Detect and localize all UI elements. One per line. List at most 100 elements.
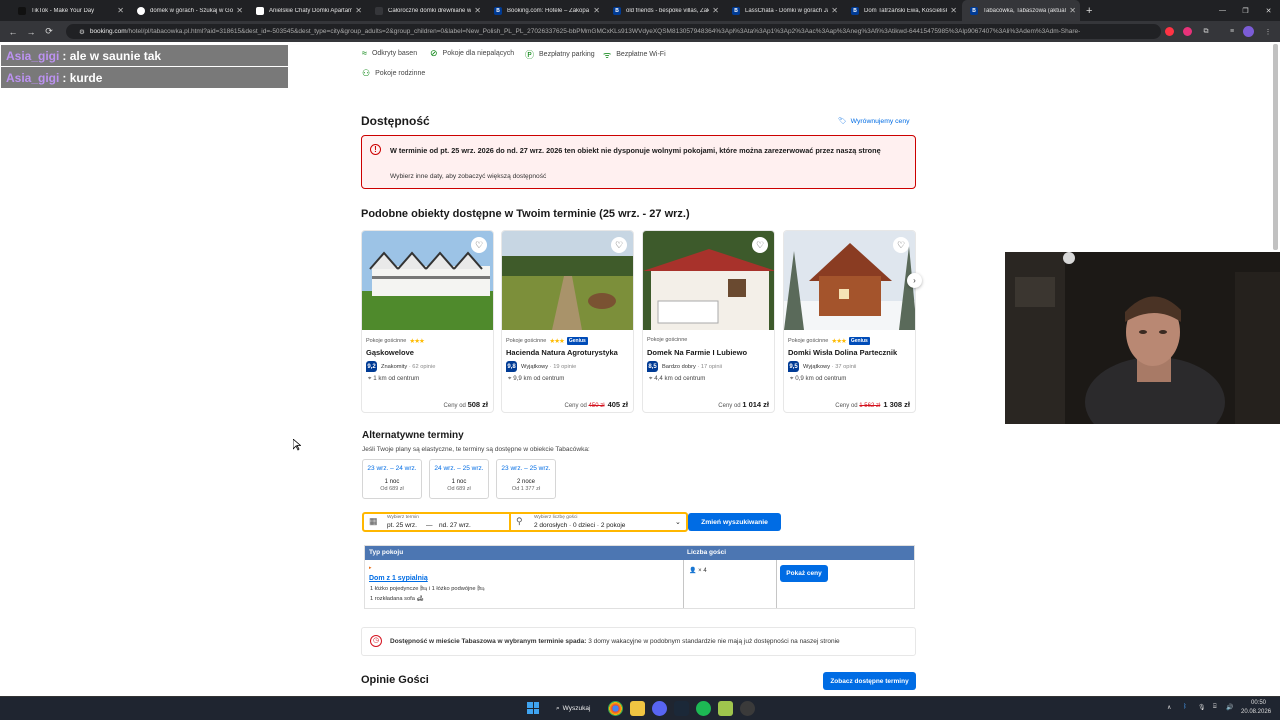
site-info-icon[interactable]: ⚙ — [79, 28, 85, 36]
microphone-icon[interactable]: 🎙 — [1198, 704, 1206, 711]
puzzle-icon[interactable]: ⧉ — [1200, 25, 1212, 38]
alert-title: W terminie od pt. 25 wrz. 2026 do nd. 27… — [390, 146, 881, 155]
double-bed-icon: 🛏 — [477, 586, 485, 592]
app-icon[interactable] — [718, 701, 733, 716]
alternative-date-option[interactable]: 24 wrz. – 25 wrz. 1 noc Od 689 zł — [429, 459, 489, 499]
room-table: Typ pokoju Liczba gości ▸ Dom z 1 sypial… — [364, 545, 915, 609]
no-availability-alert: ! W terminie od pt. 25 wrz. 2026 do nd. … — [361, 135, 916, 189]
property-type: Pokoje gościnne ★★★ Genius — [788, 337, 870, 345]
alert-icon: ! — [370, 144, 381, 155]
sofa-info: 1 rozkładana sofa 🛋 — [370, 596, 424, 602]
chat-message: Asia_gigi : ale w saunie tak — [1, 45, 288, 66]
property-card[interactable]: ♡ Pokoje gościnne ★★★ Genius Domki Wisła Dol… — [783, 230, 916, 413]
property-name[interactable]: Gąskowelove — [366, 348, 414, 357]
extension-icon[interactable] — [1183, 27, 1192, 36]
close-tab-icon[interactable]: ✕ — [355, 6, 362, 15]
file-explorer-icon[interactable] — [630, 701, 645, 716]
col-guests: Liczba gości — [687, 549, 727, 556]
chat-message: Asia_gigi : kurde — [1, 67, 288, 88]
close-tab-icon[interactable]: ✕ — [1069, 6, 1076, 15]
person-icon: 👤 — [689, 568, 697, 574]
date-picker[interactable]: ▦ Wybierz termin pt. 25 wrz. — nd. 27 wr… — [364, 514, 509, 530]
property-name[interactable]: Domki Wisła Dolina Partecznik — [788, 348, 897, 357]
heart-icon[interactable]: ♡ — [752, 237, 768, 253]
clock-time[interactable]: 00:50 — [1251, 700, 1266, 706]
avatar[interactable] — [1243, 26, 1254, 37]
close-tab-icon[interactable]: ✕ — [950, 6, 957, 15]
browser-tab[interactable]: Anielskie Chaty Domki Apartam ✕ — [248, 0, 366, 21]
parking-icon: Ⓟ — [525, 50, 535, 60]
url-field[interactable]: ⚙ booking.com /hotel/pl/tabacowka.pl.htm… — [66, 24, 1161, 39]
property-card[interactable]: ♡ Pokoje gościnne Domek Na Farmie I Lubiew… — [642, 230, 775, 413]
clock-date[interactable]: 20.08.2026 — [1241, 709, 1271, 715]
minimize-icon[interactable]: — — [1211, 7, 1234, 14]
carousel-next-icon[interactable]: › — [907, 273, 922, 288]
review-summary: 9,5 Wyjątkowy · 37 opinii — [788, 361, 856, 372]
price-match-link[interactable]: 🏷 Wyrównujemy ceny — [838, 117, 910, 126]
new-tab-icon[interactable]: + — [1086, 5, 1092, 17]
browser-tab[interactable]: B Dom Tatrzański Ewa, Kościelisk ✕ — [843, 0, 961, 21]
browser-tab[interactable]: Bold friends - bespoke villas, Zak ✕ — [605, 0, 723, 21]
windows-start-icon[interactable] — [527, 702, 539, 714]
url-path: /hotel/pl/tabacowka.pl.html?aid=318615&d… — [126, 28, 1081, 35]
browser-tab[interactable]: B Tabacówka, Tabaszowa (aktuali ✕ — [962, 0, 1080, 21]
taskbar-search[interactable]: ⌕ Wyszukaj — [550, 701, 596, 716]
show-prices-button[interactable]: Pokaż ceny — [780, 565, 828, 582]
close-tab-icon[interactable]: ✕ — [117, 6, 124, 15]
price: Ceny od 508 zł — [443, 400, 488, 409]
browser-tab[interactable]: TikTok - Make Your Day ✕ — [10, 0, 128, 21]
chat-text: : ale w saunie tak — [62, 48, 162, 63]
property-card[interactable]: ♡ Pokoje gościnne ★★★ Gąskowelove 9,2 Znakomi… — [361, 230, 494, 413]
guests-picker[interactable]: ⚲ Wybierz liczbę gości 2 dorosłych · 0 d… — [511, 514, 686, 530]
bluetooth-icon[interactable]: ᛒ — [1183, 704, 1187, 710]
heart-icon[interactable]: ♡ — [471, 237, 487, 253]
close-tab-icon[interactable]: ✕ — [831, 6, 838, 15]
property-card[interactable]: ♡ Pokoje gościnne ★★★ Genius Hacienda Natura… — [501, 230, 634, 413]
alternative-date-option[interactable]: 23 wrz. – 24 wrz. 1 noc Od 689 zł — [362, 459, 422, 499]
windows-taskbar: ⌕ Wyszukaj ∧ ᛒ 🎙 ⌸ 🔊 00:50 20.08.2026 — [0, 696, 1280, 720]
discord-icon[interactable] — [652, 701, 667, 716]
property-name[interactable]: Hacienda Natura Agroturystyka — [506, 348, 618, 357]
forward-icon[interactable]: → — [22, 27, 40, 37]
spotify-icon[interactable] — [696, 701, 711, 716]
property-type: Pokoje gościnne ★★★ — [366, 338, 425, 345]
obs-icon[interactable] — [740, 701, 755, 716]
browser-tab[interactable]: B LassChata - Domki w górach Ja ✕ — [724, 0, 842, 21]
extension-icon[interactable] — [1165, 27, 1174, 36]
close-tab-icon[interactable]: ✕ — [474, 6, 481, 15]
change-search-button[interactable]: Zmień wyszukiwanie — [688, 513, 781, 531]
room-name-link[interactable]: Dom z 1 sypialnią — [369, 575, 428, 582]
back-icon[interactable]: ← — [4, 27, 22, 37]
guest-count: 👤 × 4 — [689, 568, 707, 574]
browser-tab-bar: TikTok - Make Your Day ✕ domek w górach - … — [0, 0, 1280, 21]
table-header: Typ pokoju Liczba gości — [365, 546, 914, 560]
search-bar: ▦ Wybierz termin pt. 25 wrz. — nd. 27 wr… — [362, 512, 688, 532]
playlist-icon[interactable]: ≡ — [1226, 25, 1238, 38]
restore-icon[interactable]: ❐ — [1234, 7, 1257, 15]
reload-icon[interactable]: ⟳ — [40, 26, 58, 37]
tray-chevron-icon[interactable]: ∧ — [1167, 704, 1171, 711]
heart-icon[interactable]: ♡ — [611, 237, 627, 253]
old-price: 450 zł — [588, 403, 605, 409]
amenity-nonsmoking: ⊘ Pokoje dla niepalących — [430, 48, 515, 58]
browser-tab[interactable]: domek w górach - Szukaj w Go ✕ — [129, 0, 247, 21]
browser-tab[interactable]: Całoroczne domki drewniane w ✕ — [367, 0, 485, 21]
close-window-icon[interactable]: ✕ — [1257, 7, 1280, 15]
price: Ceny od 1 562 zł 1 308 zł — [835, 400, 910, 409]
steam-icon[interactable] — [674, 701, 689, 716]
browser-tab[interactable]: B Booking.com: Hotele – Zakopa ✕ — [486, 0, 604, 21]
chrome-icon[interactable] — [608, 701, 623, 716]
heart-icon[interactable]: ♡ — [893, 237, 909, 253]
close-tab-icon[interactable]: ✕ — [593, 6, 600, 15]
close-tab-icon[interactable]: ✕ — [712, 6, 719, 15]
close-tab-icon[interactable]: ✕ — [236, 6, 243, 15]
see-available-dates-button[interactable]: Zobacz dostępne terminy — [823, 672, 916, 690]
booking-icon: B — [613, 6, 621, 15]
volume-icon[interactable]: 🔊 — [1226, 704, 1233, 711]
menu-icon[interactable]: ⋮ — [1262, 25, 1274, 38]
alternative-date-option[interactable]: 23 wrz. – 25 wrz. 2 noce Od 1 377 zł — [496, 459, 556, 499]
property-name[interactable]: Domek Na Farmie I Lubiewo — [647, 348, 747, 357]
availability-drop-note: ◷ Dostępność w mieście Tabaszowa w wybra… — [361, 627, 916, 656]
page-scrollbar[interactable] — [1273, 44, 1278, 250]
network-icon[interactable]: ⌸ — [1213, 704, 1217, 711]
